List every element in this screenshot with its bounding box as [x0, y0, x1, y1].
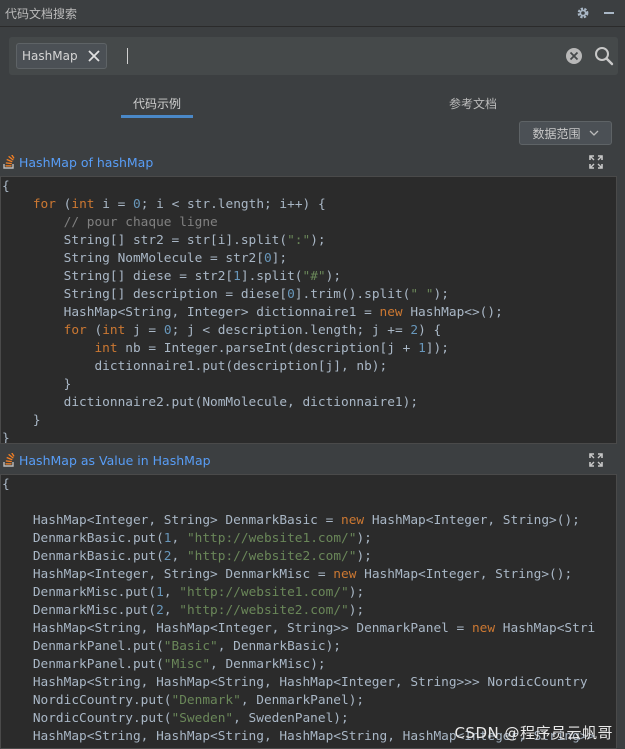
- title-bar: 代码文档搜索: [0, 0, 625, 27]
- code-line: HashMap<Integer, String> DenmarkBasic = …: [2, 513, 580, 528]
- code-line: HashMap<String, HashMap<String, HashMap<…: [2, 675, 588, 690]
- code-line: DenmarkPanel.put("Misc", DenmarkMisc);: [2, 657, 326, 672]
- code-line: NordicCountry.put("Denmark", DenmarkPane…: [2, 693, 365, 708]
- expand-icon[interactable]: [588, 154, 604, 170]
- code-line: DenmarkBasic.put(2, "http://website2.com…: [2, 549, 372, 564]
- scrollbar[interactable]: [617, 145, 625, 749]
- window-title: 代码文档搜索: [5, 6, 78, 21]
- code-line: DenmarkPanel.put("Basic", DenmarkBasic);: [2, 639, 342, 654]
- code-line: {: [2, 179, 10, 194]
- gear-icon[interactable]: [575, 5, 591, 21]
- code-line: String NomMolecule = str2[0];: [2, 251, 288, 266]
- code-line: dictionnaire1.put(description[j], nb);: [2, 359, 388, 374]
- code-line: }: [2, 431, 10, 444]
- result-header: HashMap of hashMap: [0, 150, 617, 174]
- clear-circle-icon[interactable]: [565, 47, 583, 65]
- code-line: {: [2, 477, 10, 492]
- code-line: for (int i = 0; i < str.length; i++) {: [32, 197, 326, 212]
- code-line: DenmarkMisc.put(1, "http://website1.com/…: [2, 585, 365, 600]
- result-header: HashMap as Value in HashMap: [0, 448, 617, 472]
- search-tag[interactable]: HashMap: [16, 43, 107, 69]
- search-input[interactable]: [131, 45, 555, 69]
- text-cursor: [127, 48, 128, 64]
- code-snippet[interactable]: { for (int i = 0; i < str.length; i++) {…: [0, 176, 617, 444]
- close-icon[interactable]: [86, 48, 102, 64]
- search-bar: HashMap: [9, 37, 618, 75]
- code-line: }: [2, 377, 72, 392]
- code-line: // pour chaque ligne: [63, 215, 218, 230]
- data-scope-label: 数据范围: [532, 126, 581, 141]
- code-line: dictionnaire2.put(NomMolecule, dictionna…: [2, 395, 419, 410]
- code-line: String[] str2 = str[i].split(":");: [2, 233, 326, 248]
- search-icon[interactable]: [593, 45, 615, 67]
- search-tag-label: HashMap: [22, 49, 78, 63]
- minimize-icon[interactable]: [601, 5, 617, 21]
- code-line: HashMap<String, Integer> dictionnaire1 =…: [2, 305, 503, 320]
- code-line: }: [2, 413, 41, 428]
- code-line: String[] diese = str2[1].split("#");: [2, 269, 342, 284]
- tab-label: 代码示例: [132, 96, 181, 111]
- tab-bar: 代码示例 参考文档: [0, 88, 625, 118]
- code-snippet[interactable]: { HashMap<Integer, String> DenmarkBasic …: [0, 474, 617, 749]
- title-bar-actions: [575, 5, 617, 21]
- code-line: for (int j = 0; j < description.length; …: [63, 323, 442, 338]
- code-line: HashMap<String, HashMap<Integer, String>…: [2, 621, 596, 636]
- tab-reference-docs[interactable]: 参考文档: [437, 88, 509, 118]
- chevron-down-icon: [589, 126, 599, 140]
- active-tab-indicator: [121, 115, 193, 118]
- code-line: DenmarkBasic.put(1, "http://website1.com…: [2, 531, 372, 546]
- tab-code-examples[interactable]: 代码示例: [121, 88, 193, 118]
- code-line: HashMap<Integer, String> DenmarkMisc = n…: [2, 567, 573, 582]
- data-scope-dropdown[interactable]: 数据范围: [519, 121, 612, 145]
- expand-icon[interactable]: [588, 452, 604, 468]
- result-title[interactable]: HashMap as Value in HashMap: [19, 453, 211, 468]
- watermark: CSDN @程序员云帆哥: [454, 724, 613, 742]
- stack-overflow-icon: [2, 153, 16, 169]
- stack-overflow-icon: [2, 451, 16, 467]
- code-line: int nb = Integer.parseInt(description[j …: [94, 341, 449, 356]
- result-title[interactable]: HashMap of hashMap: [19, 155, 153, 170]
- code-line: String[] description = diese[0].trim().s…: [2, 287, 449, 302]
- tab-label: 参考文档: [448, 96, 497, 111]
- code-line: DenmarkMisc.put(2, "http://website2.com/…: [2, 603, 365, 618]
